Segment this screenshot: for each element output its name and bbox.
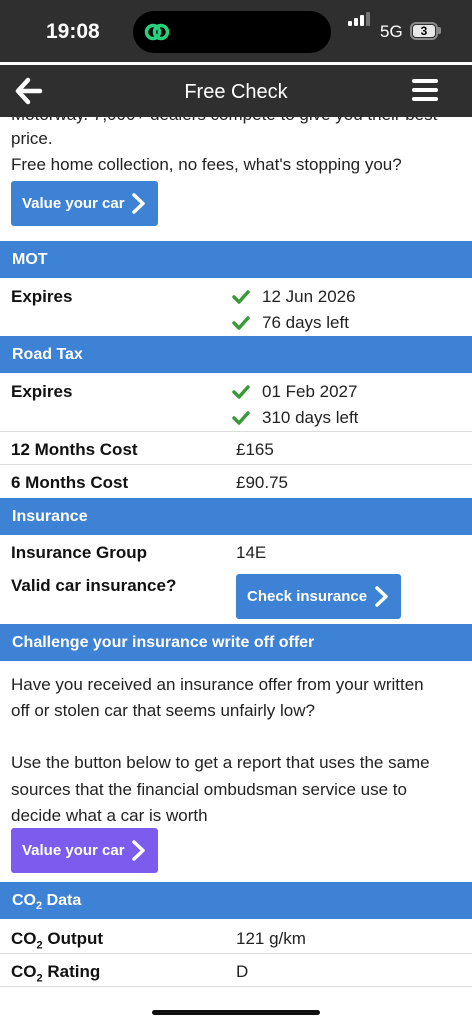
battery-cap [438, 27, 441, 34]
intro-line-2: Free home collection, no fees, what's st… [11, 155, 402, 174]
challenge-value-your-car-button[interactable]: Value your car [11, 828, 158, 873]
check-insurance-label: Check insurance [247, 588, 368, 605]
scrolled-text-clip: Motorway. 7,000+ dealers compete to give… [0, 117, 472, 125]
co2-rating-value: D [236, 962, 249, 981]
intro-line-1: price. [11, 129, 53, 148]
co2-output-value: 121 g/km [236, 929, 306, 948]
road-tax-header: Road Tax [0, 336, 472, 373]
insurance-header: Insurance [0, 498, 472, 535]
road-tax-days-left: 310 days left [262, 408, 359, 427]
cost-12-months-value: £165 [236, 440, 274, 459]
nav-bar: Free Check [0, 65, 472, 117]
network-type: 5G [380, 22, 403, 41]
status-bar: 19:08 5G 3 [0, 0, 472, 62]
valid-insurance-label: Valid car insurance? [11, 576, 177, 595]
cost-12-months-label: 12 Months Cost [11, 440, 138, 459]
co2-header: CO2 Data [0, 882, 472, 919]
hamburger-menu-icon[interactable] [412, 79, 438, 103]
check-icon [232, 316, 250, 330]
cost-6-months-label: 6 Months Cost [11, 473, 129, 492]
insurance-group-value: 14E [236, 543, 267, 562]
chevron-right-icon [132, 193, 145, 214]
cost-6-months-value: £90.75 [236, 473, 288, 492]
mot-expires-label: Expires [11, 287, 73, 306]
road-tax-expires-label: Expires [11, 382, 73, 401]
mot-expires-date: 12 Jun 2026 [262, 287, 356, 306]
dynamic-island [133, 11, 331, 53]
road-tax-expires-date: 01 Feb 2027 [262, 382, 358, 401]
page-title: Free Check [184, 81, 288, 103]
check-icon [232, 385, 250, 399]
battery-icon: 3 [410, 22, 438, 40]
row-divider [0, 464, 472, 465]
co2-rating-label: CO2 Rating [11, 962, 101, 985]
status-time: 19:08 [46, 20, 100, 43]
challenge-p1-line1: Have you received an insurance offer fro… [11, 675, 424, 694]
row-divider [0, 953, 472, 954]
chevron-right-icon [132, 840, 145, 861]
row-divider [0, 986, 472, 987]
chevron-right-icon [375, 586, 388, 607]
challenge-header: Challenge your insurance write off offer [0, 624, 472, 661]
link-icon [144, 23, 170, 41]
value-your-car-button[interactable]: Value your car [11, 181, 158, 226]
battery-level: 3 [413, 25, 435, 37]
challenge-value-your-car-label: Value your car [22, 842, 125, 859]
home-indicator[interactable] [152, 1010, 320, 1015]
challenge-p2-line2: sources that the financial ombudsman ser… [11, 780, 407, 799]
check-icon [232, 290, 250, 304]
challenge-p2-line3: decide what a car is worth [11, 806, 208, 825]
challenge-p2-line1: Use the button below to get a report tha… [11, 753, 430, 772]
check-icon [232, 411, 250, 425]
challenge-p1-line2: off or stolen car that seems unfairly lo… [11, 701, 315, 720]
row-divider [0, 431, 472, 432]
mot-header: MOT [0, 241, 472, 278]
insurance-group-label: Insurance Group [11, 543, 148, 562]
check-insurance-button[interactable]: Check insurance [236, 574, 401, 619]
intro-cut-text: Motorway. 7,000+ dealers compete to give… [11, 117, 437, 125]
mot-days-left: 76 days left [262, 313, 349, 332]
co2-output-label: CO2 Output [11, 929, 104, 952]
value-your-car-label: Value your car [22, 195, 125, 212]
